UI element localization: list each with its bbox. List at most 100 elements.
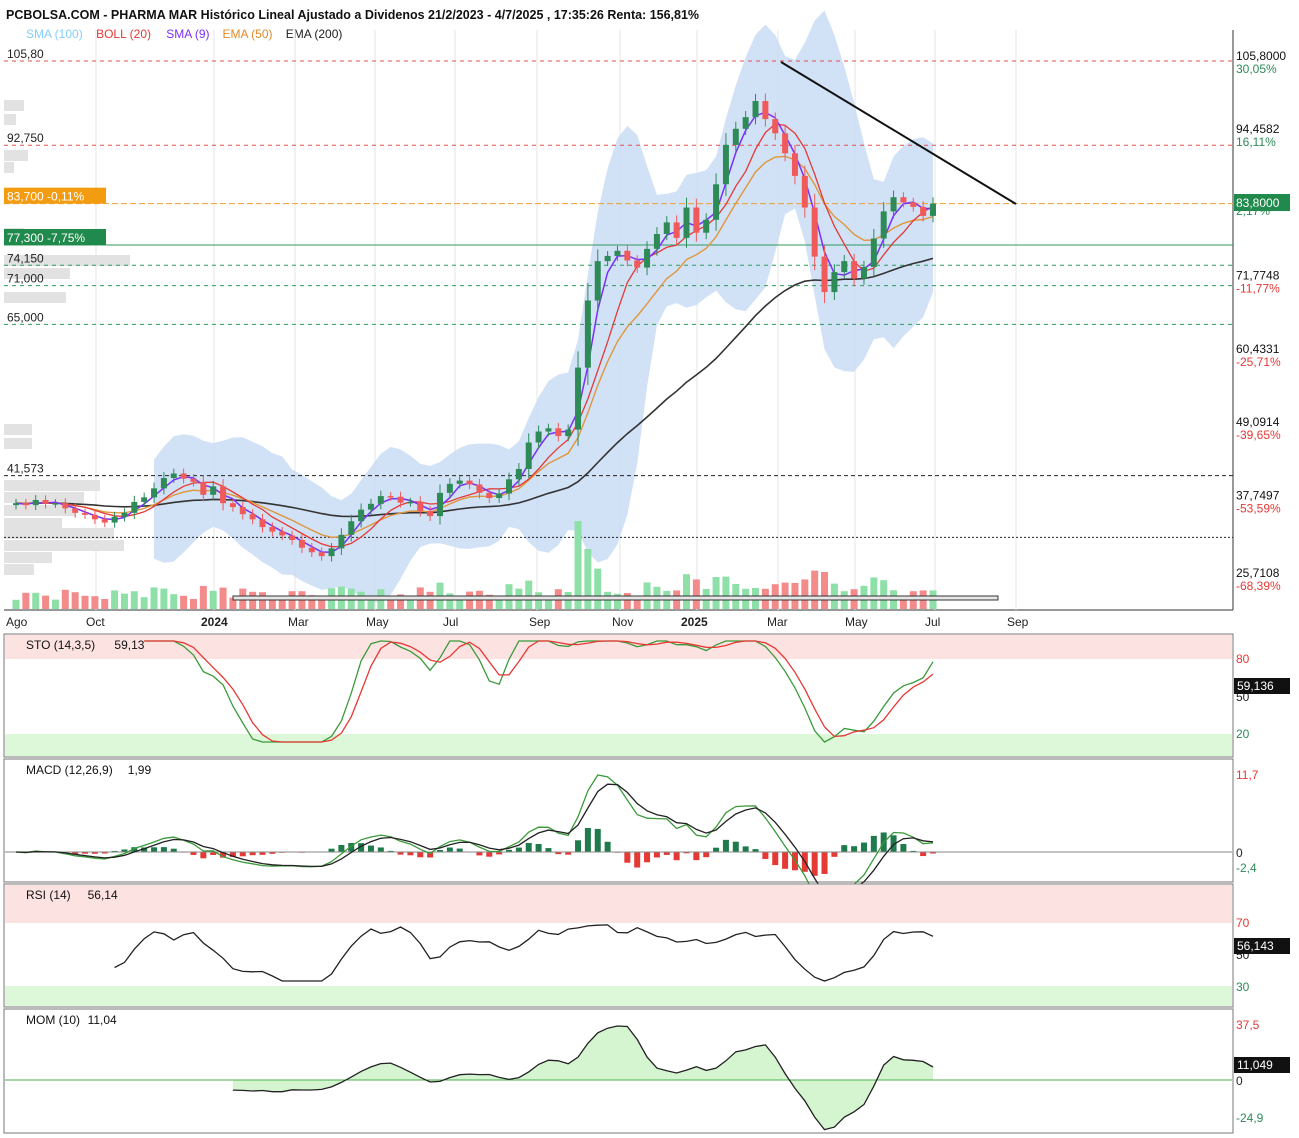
candle-body xyxy=(782,133,789,154)
volume-bar xyxy=(712,577,720,609)
candle-body xyxy=(663,222,670,235)
volume-bar xyxy=(722,576,730,609)
volume-bar xyxy=(259,592,267,609)
candle-body xyxy=(614,250,621,256)
candle-body xyxy=(496,493,503,499)
volume-bar xyxy=(42,595,50,609)
candle-body xyxy=(308,547,315,553)
macd-hist-bar xyxy=(377,847,384,852)
mom-panel: MOM (10) 11,04 37,5 0 -24,9 11,049 xyxy=(3,1008,1290,1134)
candle-body xyxy=(289,535,296,540)
candle-body xyxy=(713,184,720,220)
panel-frame xyxy=(3,758,1234,883)
candle-body xyxy=(427,510,434,517)
oversold-zone xyxy=(5,986,1232,1006)
candle-body xyxy=(220,486,227,504)
volume-bar xyxy=(199,586,207,609)
x-axis-label: Mar xyxy=(288,615,309,629)
candle-body xyxy=(624,250,631,261)
panel-badge-text: 59,136 xyxy=(1237,679,1274,693)
legend-item: SMA (100) xyxy=(26,27,83,41)
price-axis-pct: 30,05% xyxy=(1236,62,1277,76)
candle-body xyxy=(367,503,374,510)
panel-level: 80 xyxy=(1236,652,1250,666)
panel-label: MOM (10) xyxy=(26,1013,80,1027)
macd-hist-bar xyxy=(486,852,493,857)
x-axis-label: Ago xyxy=(6,615,28,629)
price-axis-label: 37,7497 xyxy=(1236,488,1280,502)
x-axis-labels: Ago Oct 2024 Mar May Jul Sep Nov 2025 Mar May Jul Se… xyxy=(6,615,1029,629)
volume-bar xyxy=(189,599,197,609)
volume-bar xyxy=(219,587,227,609)
sto-panel: STO (14,3,5) 59,1380502059,136 xyxy=(3,633,1290,758)
candle-body xyxy=(742,117,749,129)
candle-body xyxy=(298,539,305,548)
volume-bar xyxy=(150,587,158,609)
price-axis-label: 25,7108 xyxy=(1236,566,1280,580)
candle-body xyxy=(358,509,365,522)
volume-bar xyxy=(180,595,188,609)
macd-hist-bar xyxy=(367,845,374,852)
panel-value: 59,13 xyxy=(114,638,144,652)
macd-hist-bar xyxy=(870,835,877,852)
candle-body xyxy=(239,507,246,515)
volume-bar xyxy=(535,592,543,609)
panel-level: -2,4 xyxy=(1236,861,1257,875)
price-axis-pct: 2,17% xyxy=(1236,204,1270,218)
x-axis-label: Sep xyxy=(529,615,551,629)
candle-body xyxy=(584,300,591,368)
candle-body xyxy=(811,207,818,257)
candle-body xyxy=(634,260,641,268)
volume-bar xyxy=(170,594,178,609)
panel-badge-text: 56,143 xyxy=(1237,939,1274,953)
candle-body xyxy=(101,519,108,523)
price-label: 92,750 xyxy=(7,131,44,145)
volume-bar xyxy=(525,580,533,609)
macd-hist-bar xyxy=(900,844,907,852)
volume-bar xyxy=(22,592,30,609)
candle-body xyxy=(762,101,769,120)
macd-hist-bar xyxy=(722,839,729,852)
candle-body xyxy=(377,496,384,504)
volume-bar xyxy=(406,599,414,609)
price-axis-pct: -25,71% xyxy=(1236,355,1281,369)
candle-body xyxy=(229,503,236,508)
candle-body xyxy=(683,207,690,238)
volume-bar xyxy=(880,580,888,609)
panel-level: 70 xyxy=(1236,916,1250,930)
candle-body xyxy=(890,197,897,212)
x-axis-label: 2024 xyxy=(201,615,228,629)
candle-body xyxy=(151,488,158,498)
oversold-zone xyxy=(5,734,1232,756)
candle-body xyxy=(791,153,798,176)
x-axis-label: Nov xyxy=(612,615,633,629)
overbought-zone xyxy=(5,885,1232,923)
candle-body xyxy=(338,534,345,549)
panel-level: 20 xyxy=(1236,727,1250,741)
price-label: 74,150 xyxy=(7,251,44,265)
volume-bar xyxy=(682,574,690,609)
price-axis-pct: -39,65% xyxy=(1236,428,1281,442)
volume-profile-bar xyxy=(4,114,16,125)
candle-body xyxy=(644,248,651,268)
candle-body xyxy=(111,516,118,523)
volume-bar xyxy=(870,577,878,609)
legend-item: BOLL (20) xyxy=(96,27,151,41)
macd-hist-bar xyxy=(673,852,680,861)
bollinger-band xyxy=(154,10,933,602)
candle-body xyxy=(506,479,513,494)
x-axis-label: May xyxy=(366,615,389,629)
volume-profile-bar xyxy=(4,100,24,111)
volume-profile-bar xyxy=(4,424,32,435)
macd-hist-bar xyxy=(703,852,710,858)
volume-bar xyxy=(81,595,89,609)
candle-body xyxy=(210,486,217,495)
macd-hist-bar xyxy=(693,852,700,861)
candle-body xyxy=(180,473,187,479)
candle-body xyxy=(42,499,49,504)
price-axis-label: 71,7748 xyxy=(1236,269,1280,283)
candle-body xyxy=(535,431,542,443)
macd-hist-bar xyxy=(575,840,582,852)
candle-body xyxy=(62,503,69,509)
macd-hist-bar xyxy=(604,841,611,852)
